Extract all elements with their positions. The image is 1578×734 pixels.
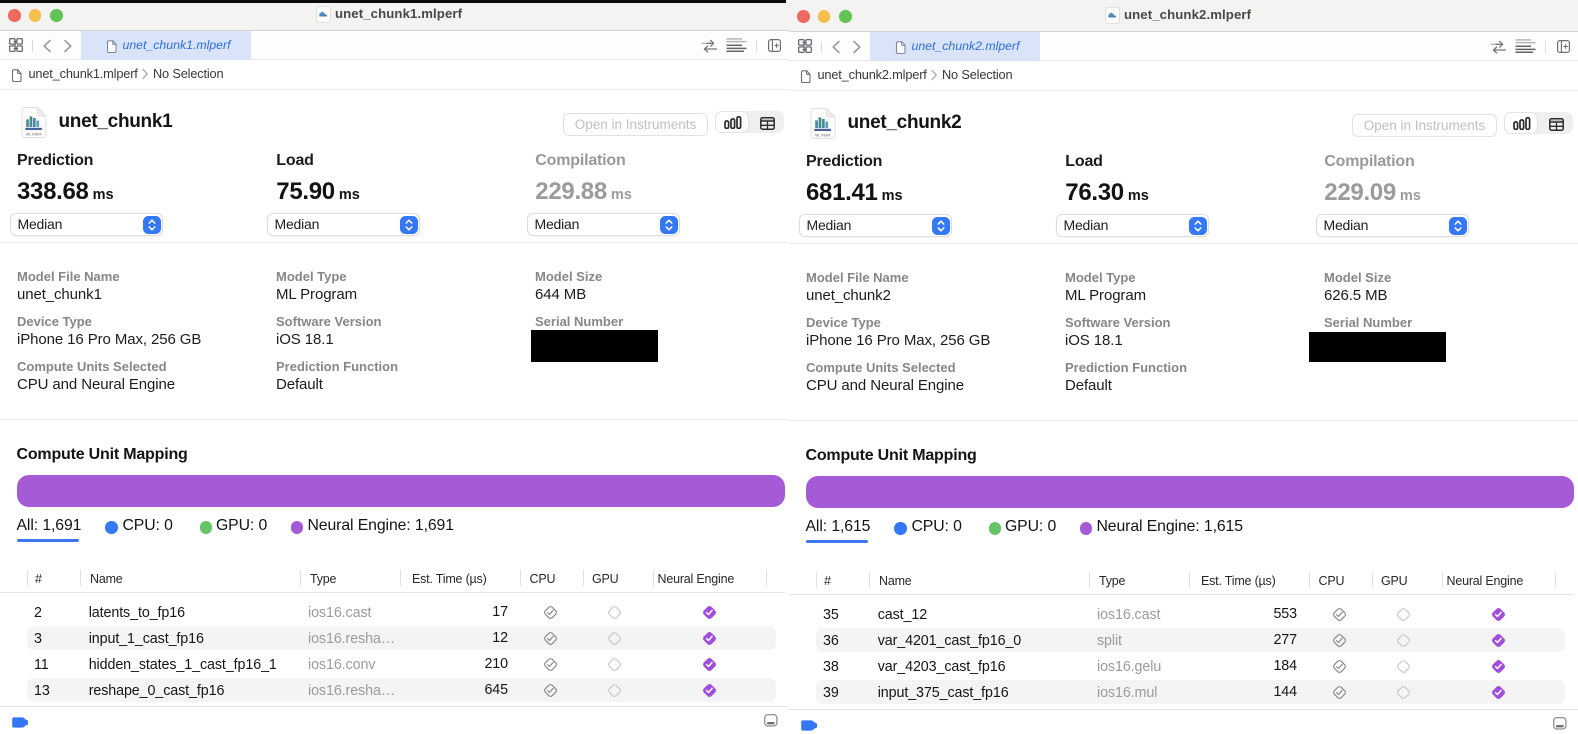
svg-text:ML PERF: ML PERF	[815, 133, 832, 137]
svg-text:ML PERF: ML PERF	[26, 132, 43, 136]
